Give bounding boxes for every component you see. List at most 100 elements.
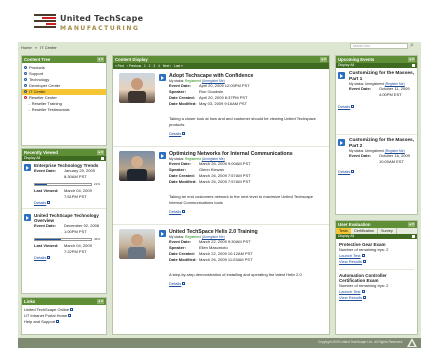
progress-bar xyxy=(34,237,92,241)
grid-icon[interactable] xyxy=(412,64,415,67)
content-item: United TechSpace Helix 2.0 Training My s… xyxy=(113,225,329,325)
site-header: United TechScape MANUFACTURING xyxy=(18,8,421,42)
display-all-button[interactable]: Display All xyxy=(24,156,40,160)
pager-page-2[interactable]: 2 xyxy=(149,64,151,68)
external-link-icon[interactable] xyxy=(70,308,74,312)
tree-node-icon xyxy=(24,78,27,82)
search-input[interactable]: search box xyxy=(350,43,408,49)
launch-test-link[interactable]: Launch Test xyxy=(339,289,361,294)
play-icon[interactable] xyxy=(159,74,166,81)
content-item: Adopt Techscape with Confidence My statu… xyxy=(113,69,329,147)
external-link-icon[interactable] xyxy=(182,210,186,214)
panel-controls-icon[interactable]: ▲✕ xyxy=(408,57,415,62)
user-evaluation-title: User Evaluation xyxy=(338,222,371,227)
links-panel: Links ▲✕ United TechScape Online UT Intr… xyxy=(21,297,107,335)
content-item-description: Taking a closer look at how and and cust… xyxy=(169,116,316,127)
event-title[interactable]: Customizing for the Masses, Part 1 xyxy=(349,71,415,82)
play-icon[interactable] xyxy=(159,152,166,159)
external-link-icon[interactable] xyxy=(363,260,367,264)
link-ut-online[interactable]: United TechScape Online xyxy=(24,307,69,312)
footer-logo-icon xyxy=(407,338,417,347)
launch-test-link[interactable]: Launch Test xyxy=(339,253,361,258)
play-icon[interactable] xyxy=(159,230,166,237)
view-results-link[interactable]: View Results xyxy=(339,295,362,300)
breadcrumb-home[interactable]: Home xyxy=(21,45,32,50)
recent-item: United TechScape Technology Overview Eve… xyxy=(22,208,106,261)
grid-icon[interactable] xyxy=(101,157,104,160)
brand-tagline: MANUFACTURING xyxy=(60,25,140,32)
details-link[interactable]: Details xyxy=(338,169,350,174)
external-link-icon[interactable] xyxy=(47,256,51,260)
link-help-support[interactable]: Help and Support xyxy=(24,319,55,324)
play-icon[interactable] xyxy=(338,72,345,79)
content-item-description: A step-by-step demonstration of installi… xyxy=(169,272,302,277)
speaker-photo xyxy=(119,73,155,103)
links-title: Links xyxy=(24,299,36,304)
progress-text: 21% xyxy=(94,182,101,186)
content-item: Optimizing Networks for Internal Communi… xyxy=(113,147,329,225)
event-title[interactable]: Customizing for the Masses, Part 2 xyxy=(349,138,415,149)
recently-viewed-panel: Recently Viewed ▲✕ Display All Enterpris… xyxy=(21,148,107,294)
details-link[interactable]: Details xyxy=(34,200,46,205)
external-link-icon[interactable] xyxy=(351,170,355,174)
page-frame: United TechScape MANUFACTURING Home » IT… xyxy=(18,8,421,348)
content-item-description: Taking an end customers network to the n… xyxy=(169,194,313,205)
upcoming-events-panel: Upcoming Events ▲✕ Display All Customizi… xyxy=(335,55,418,215)
external-link-icon[interactable] xyxy=(363,296,367,300)
details-link[interactable]: Details xyxy=(169,209,181,214)
tree-node-icon xyxy=(24,84,27,88)
pager-page-3[interactable]: 3 xyxy=(153,64,155,68)
play-icon[interactable] xyxy=(24,214,31,221)
external-link-icon[interactable] xyxy=(56,320,60,324)
content-display-panel: Content Display ▲✕ « First ‹ Previous 1 … xyxy=(112,55,330,335)
display-all-button[interactable]: Display All xyxy=(338,234,354,238)
external-link-icon[interactable] xyxy=(361,254,365,258)
display-all-button[interactable]: Display All xyxy=(338,63,354,67)
external-link-icon[interactable] xyxy=(351,105,355,109)
external-link-icon[interactable] xyxy=(361,290,365,294)
pager-previous[interactable]: ‹ Previous xyxy=(127,64,141,68)
details-link[interactable]: Details xyxy=(338,104,350,109)
tree-child-reseller-testimonials[interactable]: Reseller Testimonials xyxy=(22,107,106,113)
tree-node-icon xyxy=(24,72,27,76)
panel-controls-icon[interactable]: ▲✕ xyxy=(408,222,415,227)
speaker-photo xyxy=(119,151,155,181)
external-link-icon[interactable] xyxy=(182,132,186,136)
link-intranet-home[interactable]: UT Intranet Portal Home xyxy=(24,313,67,318)
grid-icon[interactable] xyxy=(412,235,415,238)
pager-first[interactable]: « First xyxy=(115,64,124,68)
pager-page-1[interactable]: 1 xyxy=(144,64,146,68)
breadcrumb-current: IT Center xyxy=(40,45,57,50)
recent-item-title[interactable]: United TechScape Technology Overview xyxy=(34,213,104,223)
panel-controls-icon[interactable]: ▲✕ xyxy=(97,150,104,155)
pager-last[interactable]: Last » xyxy=(174,64,183,68)
external-link-icon[interactable] xyxy=(47,201,51,205)
speaker-photo xyxy=(119,229,155,259)
pager-page-4[interactable]: 4 xyxy=(158,64,160,68)
panel-controls-icon[interactable]: ▲✕ xyxy=(320,57,327,62)
evaluation-toolbar: Display All xyxy=(336,234,417,239)
exam-title: Automation Controller Certification Exam xyxy=(339,273,387,283)
event-item: Customizing for the Masses, Part 1 My st… xyxy=(338,71,415,109)
search-icon[interactable]: ⌕ xyxy=(410,42,418,50)
details-link[interactable]: Details xyxy=(169,131,181,136)
details-link[interactable]: Details xyxy=(169,281,181,286)
brand-logo-icon xyxy=(34,14,56,30)
brand-name: United TechScape xyxy=(60,14,144,23)
external-link-icon[interactable] xyxy=(68,314,72,318)
recently-viewed-header: Recently Viewed ▲✕ xyxy=(22,149,106,156)
tree-node-icon xyxy=(24,66,27,70)
event-item: Customizing for the Masses, Part 2 My st… xyxy=(336,134,417,175)
play-icon[interactable] xyxy=(24,164,31,171)
external-link-icon[interactable] xyxy=(182,282,186,286)
view-results-link[interactable]: View Results xyxy=(339,259,362,264)
panel-controls-icon[interactable]: ▲✕ xyxy=(97,57,104,62)
details-link[interactable]: Details xyxy=(34,255,46,260)
content-tree-panel: Content Tree ▲✕ Products Support Technol… xyxy=(21,55,107,146)
copyright-text: Copyright 2009 United TechScape Ltd.. Al… xyxy=(318,340,403,344)
pager-next[interactable]: Next › xyxy=(163,64,172,68)
play-icon[interactable] xyxy=(338,139,345,146)
recent-item: Enterprise Technology Trends Event Date:… xyxy=(22,161,106,206)
panel-controls-icon[interactable]: ▲✕ xyxy=(97,299,104,304)
content-tree-title: Content Tree xyxy=(24,57,51,62)
